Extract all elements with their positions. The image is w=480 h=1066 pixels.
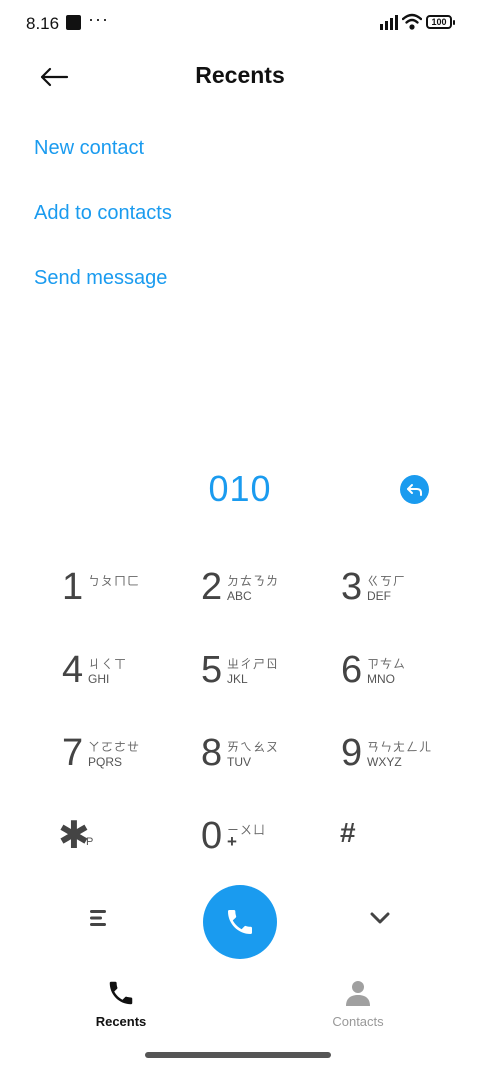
key-letters: GHI (88, 672, 110, 686)
menu-button[interactable] (86, 904, 114, 932)
key-6[interactable]: 6 ㄗㄘㄙ MNO (341, 643, 480, 715)
tab-contacts[interactable]: Contacts (298, 978, 418, 1029)
key-zhuyin: ㄐㄑㄒ (88, 657, 128, 671)
key-4[interactable]: 4 ㄐㄑㄒ GHI (62, 643, 202, 715)
key-hash[interactable]: # (340, 809, 480, 881)
key-letters: WXYZ (367, 755, 402, 769)
key-1[interactable]: 1 ㄅㄆㄇㄈ (62, 560, 202, 632)
key-9[interactable]: 9 ㄢㄣㄤㄥㄦ WXYZ (341, 726, 480, 798)
new-contact-link[interactable]: New contact (34, 137, 144, 160)
call-button[interactable] (203, 885, 277, 959)
key-letters: ABC (227, 589, 252, 603)
backspace-icon (406, 483, 422, 496)
chevron-down-icon (370, 912, 390, 924)
key-digit: 6 (341, 649, 363, 691)
notification-icon (66, 15, 81, 30)
key-digit: 0 (201, 815, 223, 857)
phone-icon (109, 981, 133, 1005)
key-digit: 1 (62, 566, 84, 608)
key-letters: MNO (367, 672, 395, 686)
person-icon (346, 981, 370, 1006)
backspace-button[interactable] (400, 475, 429, 504)
menu-icon (90, 910, 106, 926)
key-digit: 9 (341, 732, 363, 774)
hash-symbol: # (340, 817, 356, 848)
key-digit: 2 (201, 566, 223, 608)
send-message-link[interactable]: Send message (34, 267, 167, 290)
home-indicator[interactable] (145, 1052, 331, 1058)
signal-icon (380, 15, 398, 30)
key-zhuyin: ㄢㄣㄤㄥㄦ (367, 740, 433, 754)
key-digit: 5 (201, 649, 223, 691)
key-zhuyin: ㄓㄔㄕㄖ (227, 657, 280, 671)
key-letters: PQRS (88, 755, 123, 769)
key-zhuyin: ㄗㄘㄙ (367, 657, 407, 671)
key-zhuyin: ㄞㄟㄠㄡ (227, 740, 280, 754)
tab-recents-label: Recents (95, 1014, 147, 1029)
key-digit: 3 (341, 566, 363, 608)
key-7[interactable]: 7 ㄚㄛㄜㄝ PQRS (62, 726, 202, 798)
page-title: Recents (195, 62, 285, 88)
key-pause-label: P (86, 836, 94, 848)
tab-contacts-label: Contacts (332, 1014, 384, 1029)
key-letters: DEF (367, 589, 391, 603)
key-2[interactable]: 2 ㄉㄊㄋㄌ ABC (201, 560, 341, 632)
more-notifications-icon: ··· (88, 9, 109, 29)
key-3[interactable]: 3 ㄍㄎㄏ DEF (341, 560, 480, 632)
key-digit: 8 (201, 732, 223, 774)
key-zhuyin: ㄅㄆㄇㄈ (88, 574, 141, 588)
key-8[interactable]: 8 ㄞㄟㄠㄡ TUV (201, 726, 341, 798)
battery-icon: 100 (426, 15, 455, 29)
key-star[interactable]: ✱ P (58, 809, 198, 881)
key-letters: JKL (227, 672, 248, 686)
tab-recents[interactable]: Recents (61, 978, 181, 1029)
phone-icon (228, 910, 252, 934)
status-time: 8.16 (26, 14, 60, 33)
battery-level: 100 (431, 17, 447, 27)
key-zhuyin: ㄍㄎㄏ (367, 574, 407, 588)
key-plus: + (227, 832, 237, 851)
add-to-contacts-link[interactable]: Add to contacts (34, 202, 172, 225)
key-digit: 4 (62, 649, 84, 691)
key-letters: TUV (227, 755, 251, 769)
status-bar: 8.16 ··· 100 (0, 0, 480, 48)
key-zhuyin: ㄚㄛㄜㄝ (88, 740, 141, 754)
key-0[interactable]: 0 ㄧㄨㄩ + (201, 809, 341, 881)
key-5[interactable]: 5 ㄓㄔㄕㄖ JKL (201, 643, 341, 715)
key-digit: 7 (62, 732, 84, 774)
wifi-icon (402, 13, 422, 30)
collapse-keypad-button[interactable] (366, 904, 394, 932)
key-zhuyin: ㄉㄊㄋㄌ (227, 574, 280, 588)
